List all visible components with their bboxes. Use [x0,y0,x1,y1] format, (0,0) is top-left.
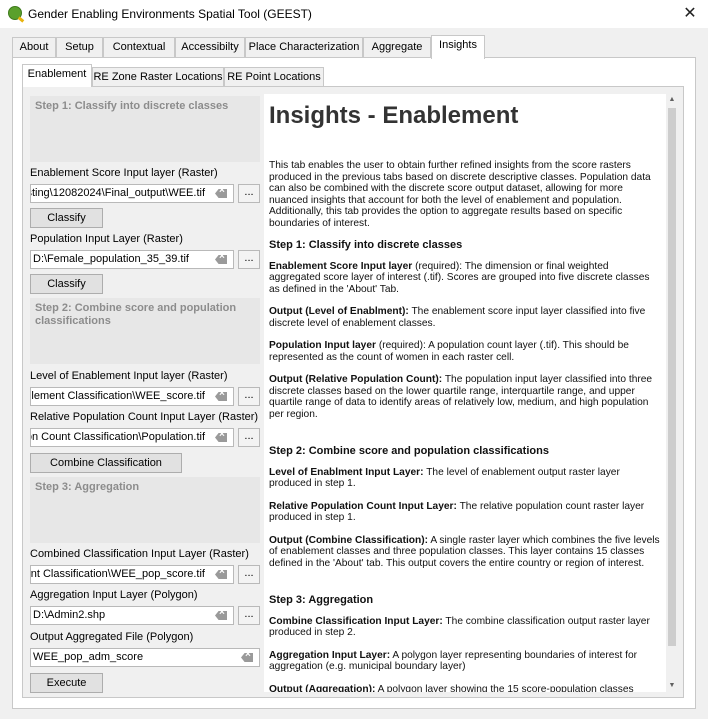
browse-button[interactable]: ... [238,387,260,406]
combined-classification-value: Count Classification\WEE_pop_score.tif [30,568,205,580]
clear-icon[interactable] [215,433,227,442]
browse-button[interactable]: ... [238,565,260,584]
output-aggregated-label: Output Aggregated File (Polygon) [30,631,194,643]
output-aggregated-input[interactable]: WEE_pop_adm_score [30,648,260,667]
clear-icon[interactable] [215,255,227,264]
help-step3-title: Step 3: Aggregation [269,594,374,606]
help-step1-title: Step 1: Classify into discrete classes [269,239,463,251]
scroll-down-icon[interactable]: ▼ [666,680,678,692]
tab-accessibility[interactable]: Accessibilty [175,37,245,58]
combined-classification-label: Combined Classification Input Layer (Ras… [30,548,249,560]
population-value: D:\Female_population_35_39.tif [33,253,189,265]
help-paragraph: Population Input layer (required): A pop… [269,340,629,363]
combine-classification-button[interactable]: Combine Classification [30,453,182,473]
qgis-logo-icon [8,6,22,20]
scroll-up-icon[interactable]: ▲ [666,94,678,106]
help-paragraph: Output (Combine Classification): A singl… [269,534,660,569]
scroll-thumb[interactable] [668,108,676,646]
population-label: Population Input Layer (Raster) [30,233,183,245]
help-step2-title: Step 2: Combine score and population cla… [269,445,549,457]
output-aggregated-value: WEE_pop_adm_score [33,651,144,663]
clear-icon[interactable] [215,611,227,620]
help-panel: Insights - Enablement This tab enables t… [264,94,666,692]
clear-icon[interactable] [215,392,227,401]
aggregation-input[interactable]: D:\Admin2.shp [30,606,234,625]
relative-population-input[interactable]: ulation Count Classification\Population.… [30,428,234,447]
help-paragraph: Enablement Score Input layer (required):… [269,260,650,295]
enablement-score-label: Enablement Score Input layer (Raster) [30,167,218,179]
browse-button[interactable]: ... [238,250,260,269]
window-title: Gender Enabling Environments Spatial Too… [28,7,312,21]
title-bar: Gender Enabling Environments Spatial Too… [0,0,708,28]
browse-button[interactable]: ... [238,184,260,203]
step3-header: Step 3: Aggregation [30,477,260,543]
tab-aggregate[interactable]: Aggregate [363,37,431,58]
step2-header: Step 2: Combine score and population cla… [30,298,260,364]
clear-icon[interactable] [215,189,227,198]
clear-icon[interactable] [241,653,253,662]
subtab-enablement[interactable]: Enablement [22,64,92,87]
browse-button[interactable]: ... [238,428,260,447]
step1-header: Step 1: Classify into discrete classes [30,96,260,162]
browse-button[interactable]: ... [238,606,260,625]
relative-population-label: Relative Population Count Input Layer (R… [30,411,259,423]
classify-population-button[interactable]: Classify [30,274,103,294]
help-paragraph: Output (Aggregation): A polygon layer sh… [269,683,634,693]
help-intro: This tab enables the user to obtain furt… [269,160,651,229]
tab-contextual[interactable]: Contextual [103,37,175,58]
relative-population-value: ulation Count Classification\Population.… [31,431,205,443]
help-paragraph: Output (Relative Population Count): The … [269,374,653,420]
classify-enablement-button[interactable]: Classify [30,208,103,228]
combined-classification-input[interactable]: Count Classification\WEE_pop_score.tif [30,565,234,584]
help-title: Insights - Enablement [269,102,519,129]
help-paragraph: Aggregation Input Layer: A polygon layer… [269,649,638,673]
tab-setup[interactable]: Setup [56,37,103,58]
enablement-score-value: \Testing\12082024\Final_output\WEE.tif [30,187,205,199]
aggregation-value: D:\Admin2.shp [33,609,106,621]
help-paragraph: Relative Population Count Input Layer: T… [269,500,645,524]
level-of-enablement-input[interactable]: Enablement Classification\WEE_score.tif [30,387,234,406]
execute-button[interactable]: Execute [30,673,103,693]
close-icon[interactable]: ✕ [680,3,700,23]
clear-icon[interactable] [215,570,227,579]
population-input[interactable]: D:\Female_population_35_39.tif [30,250,234,269]
level-of-enablement-label: Level of Enablement Input layer (Raster) [30,370,228,382]
subtab-re-zone-raster-locations[interactable]: RE Zone Raster Locations [92,67,224,88]
help-paragraph: Output (Level of Enablment): The enablem… [269,306,646,329]
help-scrollbar[interactable]: ▲ ▼ [666,94,678,692]
help-paragraph: Level of Enablment Input Layer: The leve… [269,466,620,490]
level-of-enablement-value: Enablement Classification\WEE_score.tif [31,390,205,402]
tab-about[interactable]: About [12,37,56,58]
aggregation-label: Aggregation Input Layer (Polygon) [30,589,198,601]
tab-place-characterization[interactable]: Place Characterization [245,37,363,58]
enablement-score-input[interactable]: \Testing\12082024\Final_output\WEE.tif [30,184,234,203]
tab-insights[interactable]: Insights [431,35,485,59]
subtab-re-point-locations[interactable]: RE Point Locations [224,67,324,88]
help-paragraph: Combine Classification Input Layer: The … [269,615,650,639]
